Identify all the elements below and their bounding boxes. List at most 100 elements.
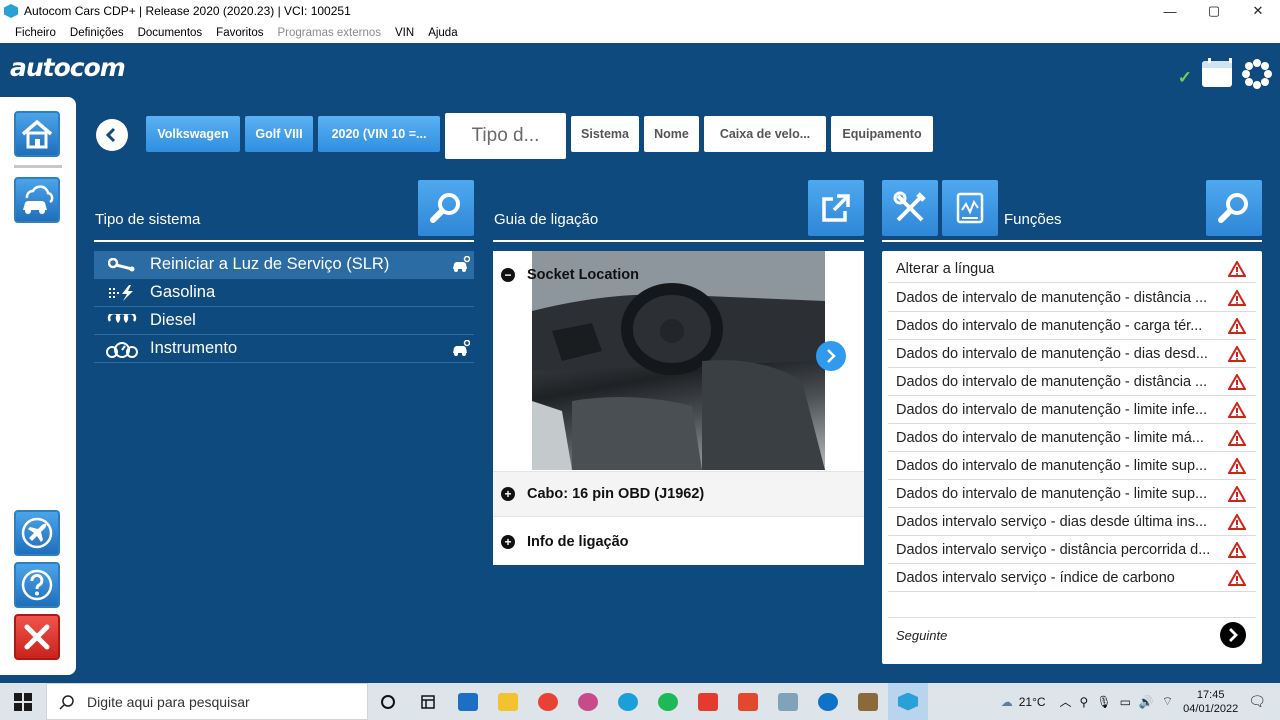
- autocom-app-icon: [4, 4, 18, 18]
- maximize-button[interactable]: ▢: [1192, 0, 1236, 22]
- menu-documentos[interactable]: Documentos: [131, 27, 210, 39]
- open-external-button[interactable]: [808, 180, 864, 236]
- office-icon[interactable]: [728, 683, 768, 720]
- system-item-gasolina[interactable]: Gasolina: [94, 279, 474, 307]
- menu-bar: Ficheiro Definições Documentos Favoritos…: [0, 22, 1280, 43]
- home-icon: [21, 119, 53, 149]
- breadcrumb-system[interactable]: Sistema: [571, 116, 639, 152]
- socket-location-row[interactable]: − Socket Location: [493, 261, 864, 289]
- search-icon: [1218, 193, 1248, 223]
- external-link-icon: [822, 194, 850, 222]
- next-image-button[interactable]: [816, 341, 846, 371]
- start-button[interactable]: [0, 683, 46, 720]
- function-item[interactable]: Dados de intervalo de manutenção - distâ…: [888, 284, 1256, 312]
- wifi-icon[interactable]: ⌔: [1162, 694, 1173, 709]
- function-item[interactable]: Dados do intervalo de manutenção - distâ…: [888, 368, 1256, 396]
- taskbar-search[interactable]: Digite aqui para pesquisar: [46, 683, 368, 720]
- warning-icon: [1227, 540, 1247, 562]
- menu-ajuda[interactable]: Ajuda: [421, 27, 464, 39]
- battery-icon[interactable]: ▭: [1120, 695, 1131, 709]
- functions-search-button[interactable]: [1206, 180, 1262, 236]
- cable-row[interactable]: + Cabo: 16 pin OBD (J1962): [493, 471, 864, 517]
- tools-icon: [893, 191, 926, 222]
- printer-app-icon[interactable]: [848, 683, 888, 720]
- clock-date: 04/01/2022: [1183, 702, 1239, 715]
- chevron-right-icon: [1229, 628, 1238, 642]
- notifications-icon[interactable]: 🗨: [1248, 693, 1266, 710]
- weather-icon[interactable]: ☁: [1001, 695, 1013, 709]
- clock[interactable]: 17:45 04/01/2022: [1183, 688, 1238, 716]
- autocom-taskbar-icon[interactable]: [888, 683, 928, 720]
- car-service-icon: [452, 255, 471, 277]
- notes-icon[interactable]: [768, 683, 808, 720]
- function-item[interactable]: Dados intervalo serviço - distância perc…: [888, 536, 1256, 564]
- flight-recorder-button[interactable]: [14, 510, 60, 556]
- system-item-slr[interactable]: Reiniciar a Luz de Serviço (SLR): [94, 251, 474, 279]
- settings-dots-icon[interactable]: [1242, 59, 1272, 89]
- anydesk-icon[interactable]: [688, 683, 728, 720]
- mail-icon[interactable]: [448, 683, 488, 720]
- tray-chevron-icon[interactable]: ︿: [1060, 693, 1072, 710]
- menu-vin[interactable]: VIN: [388, 27, 421, 39]
- volume-icon[interactable]: 🔊: [1139, 695, 1154, 709]
- system-panel-rule: [94, 240, 474, 242]
- spotify-icon[interactable]: [648, 683, 688, 720]
- menu-ficheiro[interactable]: Ficheiro: [8, 27, 63, 39]
- microphone-icon[interactable]: 🎙: [1096, 695, 1111, 709]
- warning-icon: [1227, 428, 1247, 450]
- next-page-button[interactable]: [1220, 622, 1246, 648]
- function-item[interactable]: Dados do intervalo de manutenção - limit…: [888, 452, 1256, 480]
- meet-now-icon[interactable]: ⚲: [1080, 695, 1089, 709]
- teamviewer-icon[interactable]: [808, 683, 848, 720]
- snipping-tool-icon[interactable]: [568, 683, 608, 720]
- window-title: Autocom Cars CDP+ | Release 2020 (2020.2…: [24, 4, 351, 18]
- breadcrumb-equipment[interactable]: Equipamento: [831, 116, 933, 152]
- connection-info-row[interactable]: + Info de ligação: [493, 519, 864, 565]
- system-item-diesel[interactable]: Diesel: [94, 307, 474, 335]
- breadcrumb-make[interactable]: Volkswagen: [146, 116, 240, 152]
- function-item[interactable]: Dados intervalo serviço - dias desde últ…: [888, 508, 1256, 536]
- function-item[interactable]: Dados do intervalo de manutenção - limit…: [888, 396, 1256, 424]
- help-button[interactable]: [14, 562, 60, 608]
- function-item[interactable]: Dados do intervalo de manutenção - limit…: [888, 480, 1256, 508]
- breadcrumb-type[interactable]: Tipo d...: [445, 113, 566, 159]
- function-item[interactable]: Dados do intervalo de manutenção - dias …: [888, 340, 1256, 368]
- ecu-report-button[interactable]: [942, 180, 998, 236]
- widgets-icon[interactable]: [408, 683, 448, 720]
- chrome-icon[interactable]: [528, 683, 568, 720]
- task-view-icon[interactable]: [368, 683, 408, 720]
- exit-button[interactable]: [14, 614, 60, 660]
- edge-icon[interactable]: [608, 683, 648, 720]
- minimize-button[interactable]: —: [1148, 0, 1192, 22]
- function-label: Dados intervalo serviço - índice de carb…: [896, 569, 1175, 586]
- system-item-instrumento[interactable]: Instrumento: [94, 335, 474, 363]
- home-button[interactable]: [14, 111, 60, 157]
- breadcrumb-gearbox[interactable]: Caixa de velo...: [704, 116, 826, 152]
- function-item[interactable]: Dados intervalo serviço - índice de carb…: [888, 564, 1256, 592]
- function-item[interactable]: Alterar a língua: [888, 255, 1256, 283]
- breadcrumb-year[interactable]: 2020 (VIN 10 =...: [318, 116, 440, 152]
- file-explorer-icon[interactable]: [488, 683, 528, 720]
- breadcrumb-name[interactable]: Nome: [644, 116, 699, 152]
- autocom-logo: autocom: [10, 53, 126, 82]
- ecu-chart-icon: [956, 192, 984, 224]
- weather-temp[interactable]: 21°C: [1019, 695, 1046, 709]
- function-item[interactable]: Dados do intervalo de manutenção - carga…: [888, 312, 1256, 340]
- tools-button[interactable]: [882, 180, 938, 236]
- system-tray: ☁ 21°C ︿ ⚲ 🎙 ▭ 🔊 ⌔ 17:45 04/01/2022 🗨: [1001, 683, 1280, 720]
- function-label: Dados intervalo serviço - distância perc…: [896, 541, 1211, 558]
- function-item[interactable]: Dados do intervalo de manutenção - limit…: [888, 424, 1256, 452]
- menu-favoritos[interactable]: Favoritos: [209, 27, 270, 39]
- warning-icon: [1227, 568, 1247, 590]
- system-search-button[interactable]: [418, 180, 474, 236]
- calendar-icon[interactable]: [1202, 58, 1232, 87]
- taskbar-search-placeholder: Digite aqui para pesquisar: [87, 693, 250, 710]
- vehicle-diagnostics-button[interactable]: [14, 177, 60, 223]
- functions-list: Alterar a língua Dados de intervalo de m…: [882, 251, 1262, 664]
- close-window-button[interactable]: ✕: [1236, 0, 1280, 22]
- menu-definicoes[interactable]: Definições: [63, 27, 131, 39]
- back-button[interactable]: [96, 119, 128, 151]
- function-label: Dados do intervalo de manutenção - limit…: [896, 401, 1208, 418]
- system-item-label: Instrumento: [150, 339, 238, 357]
- breadcrumb-model[interactable]: Golf VIII: [245, 116, 313, 152]
